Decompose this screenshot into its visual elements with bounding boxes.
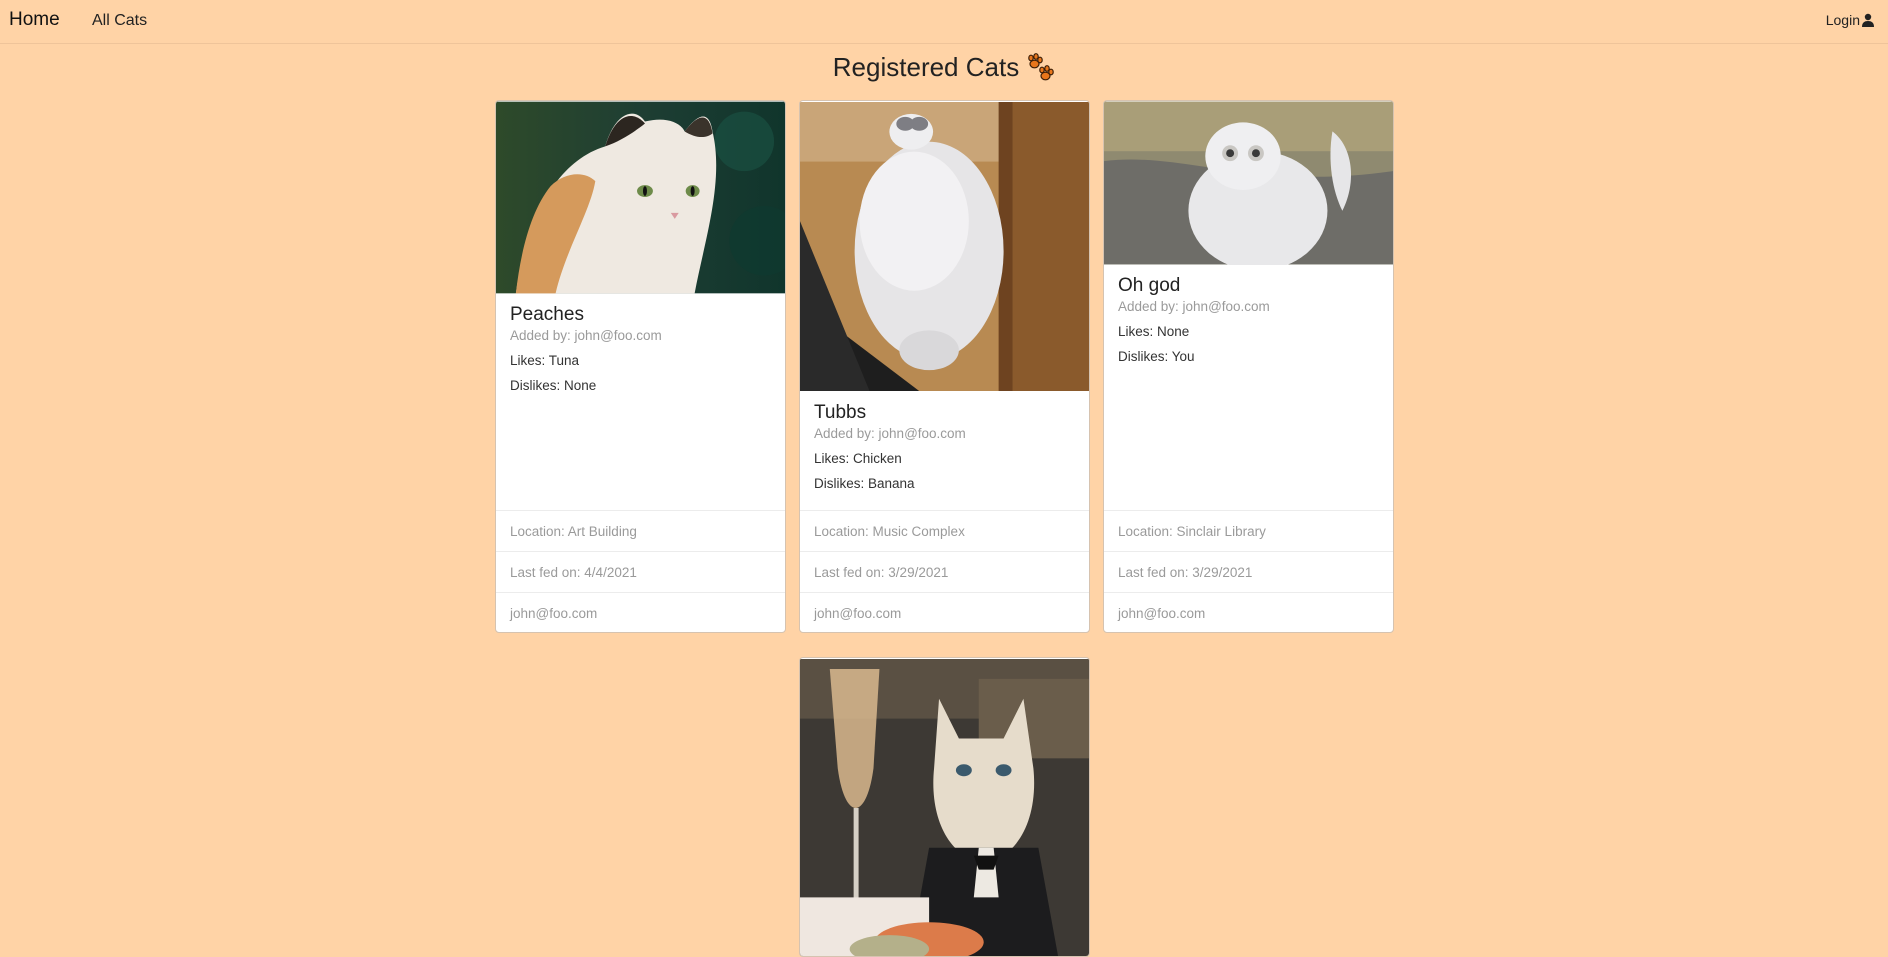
page-title: Registered Cats (0, 52, 1888, 83)
card-body: Peaches Added by: john@foo.com Likes: Tu… (496, 294, 785, 393)
page-title-text: Registered Cats (832, 52, 1020, 82)
added-by: Added by: john@foo.com (814, 426, 966, 441)
card-body: Tubbs Added by: john@foo.com Likes: Chic… (800, 392, 1089, 491)
cat-card (799, 657, 1090, 957)
added-by: Added by: john@foo.com (510, 328, 662, 343)
dislikes: Dislikes: You (1118, 349, 1195, 364)
added-by: Added by: john@foo.com (1118, 299, 1270, 314)
owner-email: john@foo.com (800, 592, 1089, 632)
cat-card: Tubbs Added by: john@foo.com Likes: Chic… (799, 100, 1090, 633)
likes: Likes: Tuna (510, 353, 580, 368)
paw-icon (1028, 52, 1055, 80)
likes: Likes: None (1118, 324, 1190, 339)
login-label: Login (1825, 12, 1860, 28)
cat-name: Oh god (1118, 275, 1181, 296)
navbar: Home All Cats Login (0, 0, 1888, 44)
cat-photo (800, 102, 1089, 391)
likes: Likes: Chicken (814, 451, 902, 466)
last-fed: Last fed on: 4/4/2021 (496, 551, 785, 592)
login-button[interactable]: Login (1826, 12, 1875, 28)
cat-photo (496, 101, 785, 294)
last-fed: Last fed on: 3/29/2021 (800, 551, 1089, 592)
last-fed: Last fed on: 3/29/2021 (1104, 551, 1393, 592)
card-body: Oh god Added by: john@foo.com Likes: Non… (1104, 265, 1393, 364)
cat-photo (1104, 101, 1393, 265)
cat-name: Tubbs (814, 402, 867, 423)
owner-email: john@foo.com (1104, 592, 1393, 632)
owner-email: john@foo.com (496, 592, 785, 632)
location: Location: Art Building (496, 510, 785, 551)
user-icon (1862, 13, 1874, 27)
cat-card: Oh god Added by: john@foo.com Likes: Non… (1103, 100, 1394, 633)
dislikes: Dislikes: Banana (814, 476, 915, 491)
all-cats-link[interactable]: All Cats (92, 12, 147, 30)
cat-photo (800, 659, 1089, 956)
cat-card: Peaches Added by: john@foo.com Likes: Tu… (495, 100, 786, 633)
cat-name: Peaches (510, 304, 584, 325)
home-link[interactable]: Home (9, 9, 60, 31)
dislikes: Dislikes: None (510, 378, 597, 393)
location: Location: Sinclair Library (1104, 510, 1393, 551)
location: Location: Music Complex (800, 510, 1089, 551)
